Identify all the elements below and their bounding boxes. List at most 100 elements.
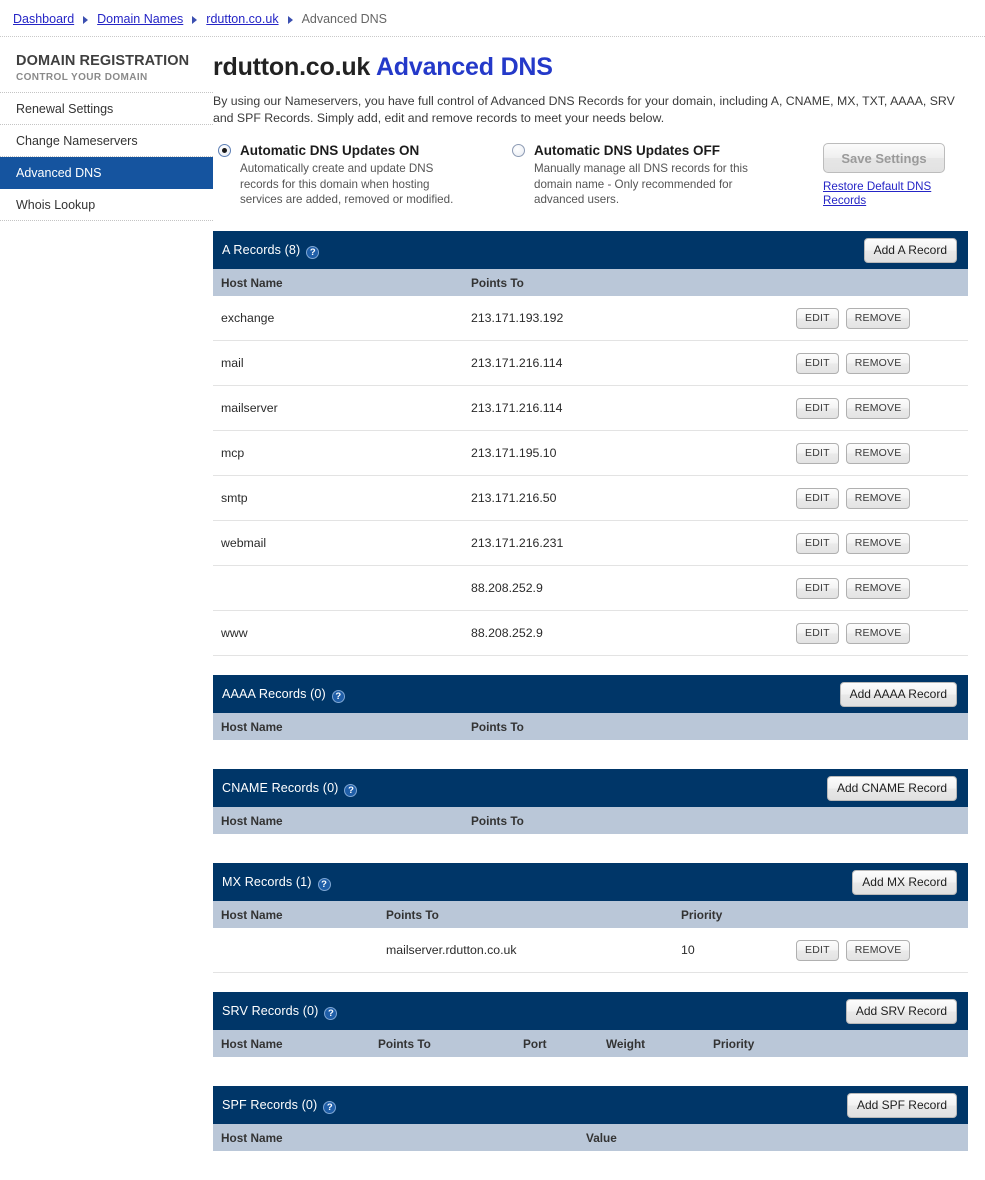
sidebar-item-whois-lookup[interactable]: Whois Lookup xyxy=(0,189,213,221)
breadcrumb-item-domain-names[interactable]: Domain Names xyxy=(97,12,183,26)
help-icon[interactable]: ? xyxy=(323,1100,337,1114)
remove-button[interactable]: REMOVE xyxy=(845,577,911,599)
column-priority: Priority xyxy=(681,907,723,922)
add-srv-record-button[interactable]: Add SRV Record xyxy=(845,998,957,1024)
add-mx-record-button[interactable]: Add MX Record xyxy=(852,869,957,895)
dns-mode-on-option[interactable]: Automatic DNS Updates ON Automatically c… xyxy=(213,143,507,208)
cname-records-header: CNAME Records (0) ? Add CNAME Record xyxy=(213,769,968,807)
table-row: mailserver.rdutton.co.uk 10 EDIT REMOVE xyxy=(213,928,968,973)
breadcrumb-item-domain[interactable]: rdutton.co.uk xyxy=(206,12,278,26)
dns-mode-off-option[interactable]: Automatic DNS Updates OFF Manually manag… xyxy=(507,143,801,208)
remove-button[interactable]: REMOVE xyxy=(845,442,911,464)
edit-button[interactable]: EDIT xyxy=(796,487,839,509)
a-records-header: A Records (8) ? Add A Record xyxy=(213,231,968,269)
aaaa-records-header: AAAA Records (0) ? Add AAAA Record xyxy=(213,675,968,713)
section-srv-records: SRV Records (0) ? Add SRV Record Host Na… xyxy=(213,992,968,1067)
a-records-title: A Records (8) xyxy=(222,243,301,257)
cell-host-name: www xyxy=(221,626,248,640)
spf-records-empty-body xyxy=(213,1151,968,1161)
spf-records-header: SPF Records (0) ? Add SPF Record xyxy=(213,1086,968,1124)
breadcrumb-item-current: Advanced DNS xyxy=(301,11,388,26)
breadcrumb: Dashboard Domain Names rdutton.co.uk Adv… xyxy=(0,0,985,37)
radio-automatic-dns-on[interactable] xyxy=(218,144,231,157)
edit-button[interactable]: EDIT xyxy=(796,442,839,464)
remove-button[interactable]: REMOVE xyxy=(845,622,911,644)
srv-records-title: SRV Records (0) xyxy=(222,1004,319,1018)
edit-button[interactable]: EDIT xyxy=(796,307,839,329)
add-aaaa-record-button[interactable]: Add AAAA Record xyxy=(839,681,957,707)
mx-records-header: MX Records (1) ? Add MX Record xyxy=(213,863,968,901)
cell-points-to: mailserver.rdutton.co.uk xyxy=(386,943,517,957)
help-icon[interactable]: ? xyxy=(317,877,331,891)
cell-actions: EDIT REMOVE xyxy=(788,307,968,329)
cell-points-to: 213.171.216.114 xyxy=(471,356,563,370)
section-aaaa-records: AAAA Records (0) ? Add AAAA Record Host … xyxy=(213,675,968,750)
column-points-to: Points To xyxy=(378,1036,431,1051)
sidebar-item-advanced-dns[interactable]: Advanced DNS xyxy=(0,157,213,189)
aaaa-records-title: AAAA Records (0) xyxy=(222,687,326,701)
section-a-records: A Records (8) ? Add A Record Host Name P… xyxy=(213,231,968,656)
help-icon[interactable]: ? xyxy=(324,1006,338,1020)
edit-button[interactable]: EDIT xyxy=(796,352,839,374)
sidebar-item-change-nameservers[interactable]: Change Nameservers xyxy=(0,125,213,157)
cell-host-name: mcp xyxy=(221,446,245,460)
edit-button[interactable]: EDIT xyxy=(796,532,839,554)
cname-records-column-header: Host Name Points To xyxy=(213,807,968,834)
sidebar-item-renewal-settings[interactable]: Renewal Settings xyxy=(0,93,213,125)
edit-button[interactable]: EDIT xyxy=(796,577,839,599)
add-spf-record-button[interactable]: Add SPF Record xyxy=(846,1092,957,1118)
section-mx-records: MX Records (1) ? Add MX Record Host Name… xyxy=(213,863,968,973)
mx-records-column-header: Host Name Points To Priority xyxy=(213,901,968,928)
radio-on-wrap xyxy=(213,143,240,157)
main-content: rdutton.co.uk Advanced DNS By using our … xyxy=(213,37,985,1180)
edit-button[interactable]: EDIT xyxy=(796,622,839,644)
table-row: 88.208.252.9 EDIT REMOVE xyxy=(213,566,968,611)
help-icon[interactable]: ? xyxy=(331,689,345,703)
cell-points-to: 213.171.216.231 xyxy=(471,536,564,550)
remove-button[interactable]: REMOVE xyxy=(845,307,911,329)
table-row: smtp 213.171.216.50 EDIT REMOVE xyxy=(213,476,968,521)
page-title-accent: Advanced DNS xyxy=(375,53,553,81)
help-icon[interactable]: ? xyxy=(344,783,358,797)
add-a-record-button[interactable]: Add A Record xyxy=(863,237,957,263)
column-points-to: Points To xyxy=(471,813,524,828)
dns-mode-on-label: Automatic DNS Updates ON xyxy=(240,143,420,158)
restore-default-dns-link[interactable]: Restore Default DNS Records xyxy=(823,180,933,208)
cell-points-to: 213.171.216.114 xyxy=(471,401,563,415)
spf-records-column-header: Host Name Value xyxy=(213,1124,968,1151)
cell-actions: EDIT REMOVE xyxy=(788,487,968,509)
column-host-name: Host Name xyxy=(221,813,283,828)
sidebar-nav: Renewal Settings Change Nameservers Adva… xyxy=(0,92,213,221)
dns-mode-off-description: Manually manage all DNS records for this… xyxy=(534,162,748,206)
cell-points-to: 213.171.193.192 xyxy=(471,311,564,325)
remove-button[interactable]: REMOVE xyxy=(845,397,911,419)
column-points-to: Points To xyxy=(386,907,439,922)
table-row: webmail 213.171.216.231 EDIT REMOVE xyxy=(213,521,968,566)
cell-actions: EDIT REMOVE xyxy=(788,577,968,599)
cell-host-name: exchange xyxy=(221,311,275,325)
srv-records-header: SRV Records (0) ? Add SRV Record xyxy=(213,992,968,1030)
radio-automatic-dns-off[interactable] xyxy=(512,144,525,157)
column-points-to: Points To xyxy=(471,719,524,734)
breadcrumb-item-dashboard[interactable]: Dashboard xyxy=(13,12,74,26)
help-icon[interactable]: ? xyxy=(306,245,320,259)
add-cname-record-button[interactable]: Add CNAME Record xyxy=(826,775,957,801)
remove-button[interactable]: REMOVE xyxy=(845,352,911,374)
breadcrumb-separator-icon xyxy=(192,15,198,24)
edit-button[interactable]: EDIT xyxy=(796,939,839,961)
remove-button[interactable]: REMOVE xyxy=(845,532,911,554)
edit-button[interactable]: EDIT xyxy=(796,397,839,419)
section-spf-records: SPF Records (0) ? Add SPF Record Host Na… xyxy=(213,1086,968,1161)
sidebar-subtitle: CONTROL YOUR DOMAIN xyxy=(16,72,148,83)
column-weight: Weight xyxy=(606,1036,646,1051)
column-points-to: Points To xyxy=(471,275,524,290)
cell-actions: EDIT REMOVE xyxy=(788,442,968,464)
cname-records-title: CNAME Records (0) xyxy=(222,781,339,795)
aaaa-records-empty-body xyxy=(213,740,968,750)
table-row: www 88.208.252.9 EDIT REMOVE xyxy=(213,611,968,656)
column-host-name: Host Name xyxy=(221,1130,283,1145)
table-row: mail 213.171.216.114 EDIT REMOVE xyxy=(213,341,968,386)
remove-button[interactable]: REMOVE xyxy=(845,487,911,509)
save-settings-button[interactable]: Save Settings xyxy=(823,143,945,173)
remove-button[interactable]: REMOVE xyxy=(845,939,911,961)
